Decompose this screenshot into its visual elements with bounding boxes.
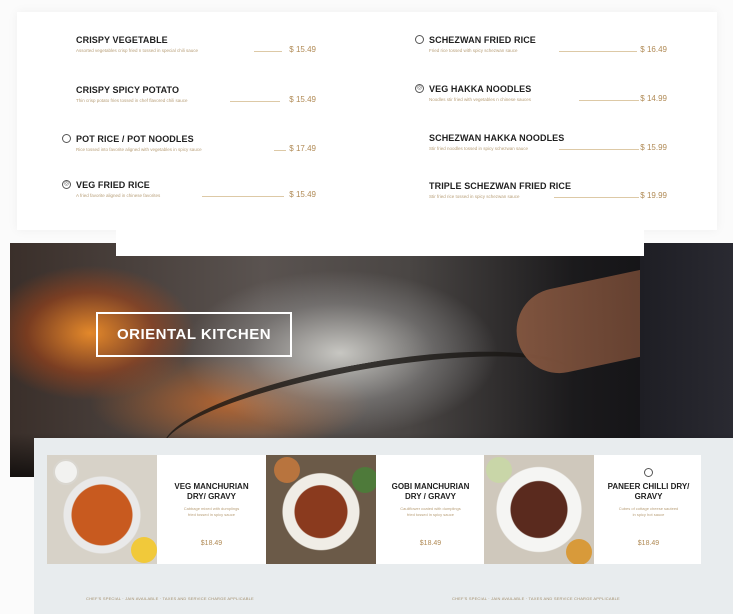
menu-item[interactable]: TRIPLE SCHEZWAN FRIED RICE Stir fried ri… (429, 181, 667, 211)
menu-item-price: $ 15.49 (289, 95, 316, 104)
menu-item-price: $ 17.49 (289, 144, 316, 153)
menu-item-name: CRISPY VEGETABLE (76, 35, 168, 45)
price-leader (202, 196, 284, 197)
dish-price: $18.49 (637, 540, 660, 547)
dish-description: Cabbage mixed with dumplings fried tosse… (183, 506, 240, 517)
jain-icon: ◎ (62, 180, 71, 189)
menu-item[interactable]: SCHEZWAN FRIED RICE Fried rice tossed wi… (415, 35, 667, 65)
dish-card[interactable]: PANEER CHILLI DRY/ GRAVY Cubes of cottag… (594, 455, 703, 564)
menu-item-description: Rice tossed into favorite aligned with v… (76, 147, 202, 152)
price-leader (554, 197, 639, 198)
menu-item-price: $ 15.49 (289, 190, 316, 199)
menu-card: CRISPY VEGETABLE Assorted vegetables cri… (17, 12, 717, 230)
menu-item-price: $ 15.99 (640, 143, 667, 152)
price-leader (254, 51, 282, 52)
menu-item-name: VEG HAKKA NOODLES (429, 84, 532, 94)
menu-item-description: Fried rice tossed with spicy schezwan sa… (429, 48, 518, 53)
menu-item[interactable]: CRISPY SPICY POTATO Thin crisp potato fr… (76, 85, 316, 115)
price-leader (559, 51, 637, 52)
menu-card-tab (116, 230, 644, 256)
menu-item-name: VEG FRIED RICE (76, 180, 150, 190)
dish-name: PANEER CHILLI DRY/ GRAVY (607, 482, 690, 501)
menu-page: CRISPY VEGETABLE Assorted vegetables cri… (0, 0, 733, 614)
menu-item[interactable]: POT RICE / POT NOODLES Rice tossed into … (62, 134, 316, 164)
menu-item-name: CRISPY SPICY POTATO (76, 85, 180, 95)
price-leader (230, 101, 280, 102)
dish-photo-paneer-chilli (484, 455, 594, 564)
dish-card[interactable]: GOBI MANCHURIAN DRY / GRAVY Cauliflower … (376, 455, 485, 564)
menu-item[interactable]: CRISPY VEGETABLE Assorted vegetables cri… (76, 35, 316, 65)
menu-item-description: Noodles stir fried with vegetables n chi… (429, 97, 532, 102)
jain-icon (644, 468, 653, 477)
price-leader (274, 150, 286, 151)
menu-item-description: Stir fried noodles tossed in spicy schez… (429, 146, 529, 151)
menu-item-price: $ 15.49 (289, 45, 316, 54)
menu-legend: CHEF'S SPECIAL · JAIN AVAILABLE · TAXES … (452, 596, 620, 601)
menu-item-price: $ 19.99 (640, 191, 667, 200)
menu-item-description: Stir fried rice tossed in spicy schezwan… (429, 194, 520, 199)
dish-description: Cauliflower coated with dumplings fried … (400, 506, 461, 517)
dish-price: $18.49 (200, 540, 223, 547)
menu-item-description: A fried favorite aligned in chinese favo… (76, 193, 161, 198)
menu-legend: CHEF'S SPECIAL · JAIN AVAILABLE · TAXES … (86, 596, 254, 601)
dish-card[interactable]: VEG MANCHURIAN DRY/ GRAVY Cabbage mixed … (157, 455, 266, 564)
jain-icon: ◎ (415, 84, 424, 93)
menu-item-description: Thin crisp potato fries tossed in chef f… (76, 98, 188, 103)
hero-title: ORIENTAL KITCHEN (96, 312, 292, 357)
dish-name: GOBI MANCHURIAN DRY / GRAVY (391, 482, 470, 501)
menu-item[interactable]: ◎ VEG HAKKA NOODLES Noodles stir fried w… (415, 84, 667, 114)
price-leader (559, 149, 639, 150)
menu-item[interactable]: SCHEZWAN HAKKA NOODLES Stir fried noodle… (429, 133, 667, 163)
menu-item-name: POT RICE / POT NOODLES (76, 134, 194, 144)
menu-item-name: SCHEZWAN HAKKA NOODLES (429, 133, 565, 143)
menu-item-price: $ 16.49 (640, 45, 667, 54)
dish-price: $18.49 (419, 540, 442, 547)
menu-item-name: TRIPLE SCHEZWAN FRIED RICE (429, 181, 572, 191)
menu-item-name: SCHEZWAN FRIED RICE (429, 35, 536, 45)
price-leader (579, 100, 639, 101)
dish-description: Cubes of cottage cheese sauteed in spicy… (618, 506, 679, 517)
menu-item-price: $ 14.99 (640, 94, 667, 103)
dish-photo-gobi-manchurian (266, 455, 376, 564)
menu-item-description: Assorted vegetables crisp fried n tossed… (76, 48, 199, 53)
menu-item[interactable]: ◎ VEG FRIED RICE A fried favorite aligne… (62, 180, 316, 210)
dish-name: VEG MANCHURIAN DRY/ GRAVY (174, 482, 249, 501)
chef-hat-icon (415, 35, 424, 44)
chef-hat-icon (62, 134, 71, 143)
dish-photo-veg-manchurian (47, 455, 157, 564)
